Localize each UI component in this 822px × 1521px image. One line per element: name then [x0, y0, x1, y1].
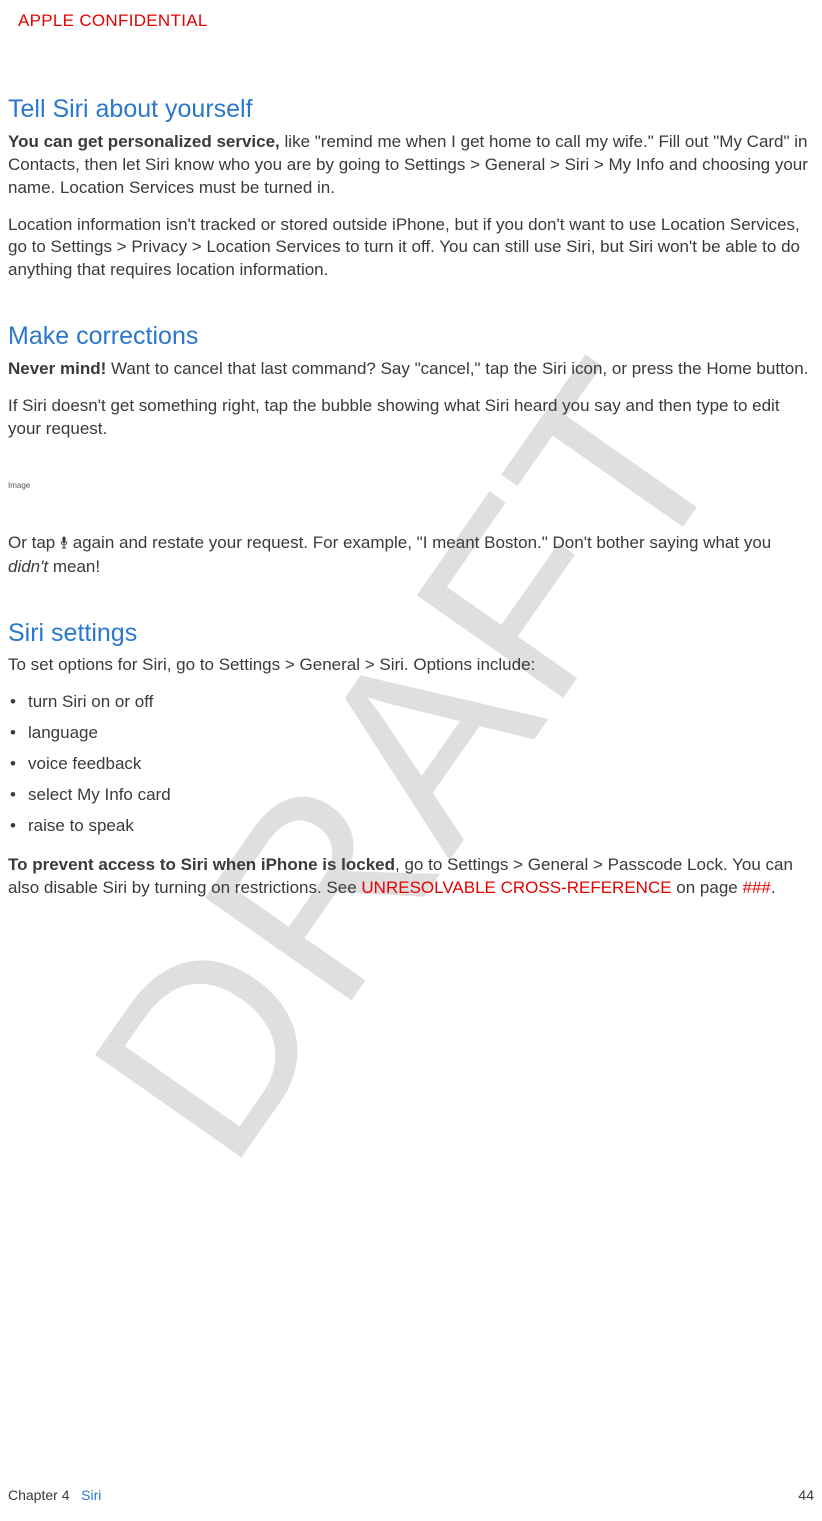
bold-text: Never mind!	[8, 359, 106, 378]
paragraph-tell-siri-1: You can get personalized service, like "…	[8, 131, 814, 200]
chapter-label: Chapter 4	[8, 1487, 69, 1503]
body-text: mean!	[48, 557, 100, 576]
body-text: Or tap	[8, 533, 60, 552]
body-text: Want to cancel that last command? Say "c…	[106, 359, 808, 378]
cross-reference-link: UNRESOLVABLE CROSS-REFERENCE	[361, 878, 671, 897]
list-item: voice feedback	[8, 753, 814, 776]
paragraph-corrections-1: Never mind! Want to cancel that last com…	[8, 358, 814, 381]
chapter-title: Siri	[81, 1487, 101, 1503]
list-item: raise to speak	[8, 815, 814, 838]
paragraph-corrections-2: If Siri doesn't get something right, tap…	[8, 395, 814, 441]
body-text: again and restate your request. For exam…	[68, 533, 771, 552]
page-footer: Chapter 4 Siri 44	[0, 1486, 822, 1505]
heading-siri-settings: Siri settings	[8, 617, 814, 651]
paragraph-passcode: To prevent access to Siri when iPhone is…	[8, 854, 814, 900]
bold-text: You can get personalized service,	[8, 132, 280, 151]
bold-text: To prevent access to Siri when iPhone is…	[8, 855, 395, 874]
page-number: 44	[798, 1486, 814, 1505]
heading-tell-siri: Tell Siri about yourself	[8, 93, 814, 127]
body-text: .	[771, 878, 776, 897]
mic-icon	[60, 533, 68, 556]
image-placeholder: Image	[8, 481, 814, 492]
paragraph-corrections-3: Or tap again and restate your request. F…	[8, 532, 814, 579]
italic-text: didn't	[8, 557, 48, 576]
heading-make-corrections: Make corrections	[8, 320, 814, 354]
paragraph-tell-siri-2: Location information isn't tracked or st…	[8, 214, 814, 283]
page-content: APPLE CONFIDENTIAL Tell Siri about yours…	[0, 0, 822, 900]
settings-options-list: turn Siri on or off language voice feedb…	[8, 691, 814, 838]
page-ref-placeholder: ###	[742, 878, 770, 897]
footer-chapter: Chapter 4 Siri	[8, 1486, 101, 1505]
list-item: select My Info card	[8, 784, 814, 807]
confidential-label: APPLE CONFIDENTIAL	[18, 10, 814, 33]
paragraph-settings-intro: To set options for Siri, go to Settings …	[8, 654, 814, 677]
body-text: on page	[672, 878, 743, 897]
list-item: turn Siri on or off	[8, 691, 814, 714]
list-item: language	[8, 722, 814, 745]
